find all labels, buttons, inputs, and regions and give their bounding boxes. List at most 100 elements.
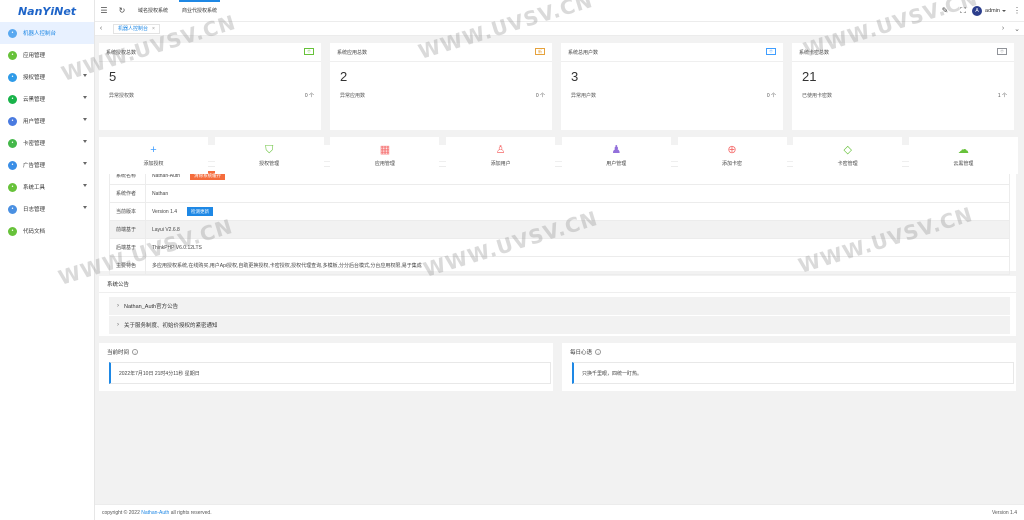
stat-title: 系统总用户数 (568, 50, 599, 56)
info-key: 当前版本 (109, 202, 146, 221)
notice-item-label: Nathan_Auth官方公告 (124, 304, 179, 310)
logo[interactable]: NanYiNet (0, 0, 94, 22)
stat-sub-count: 0 个 (766, 93, 776, 99)
menu-item-icon: • (8, 72, 17, 82)
chevron-down-icon (83, 96, 87, 99)
tabs-right-icon[interactable]: › (996, 25, 1010, 32)
quick-action-label: 用户管理 (606, 161, 627, 167)
sidebar-menu: • 机器人控制台 • 应用管理 • 授权管理 • 云黑管理 • 用户管理 • 卡密管理 • 广告管理 • 系统… (0, 22, 94, 242)
menu-item-icon: • (8, 116, 17, 126)
sidebar-item[interactable]: • 代码文档 (0, 220, 94, 242)
sidebar-item[interactable]: • 机器人控制台 (0, 22, 94, 44)
copyright-suffix: all rights reserved. (170, 509, 212, 516)
plus-icon: + (150, 144, 157, 156)
copyright-prefix: copyright © 2022 (102, 509, 140, 516)
chevron-down-icon (83, 206, 87, 209)
sidebar-item[interactable]: • 广告管理 (0, 154, 94, 176)
tab-console[interactable]: 机器人控制台 × (113, 23, 160, 34)
stat-title: 系统应用总数 (337, 50, 368, 56)
main-content: 系统信息 系统名称Nathan-Auth清除系统缓存系统作者Nathan当前版本… (95, 36, 1024, 504)
refresh-icon[interactable]: ↻ (113, 0, 131, 22)
sidebar-item[interactable]: • 卡密管理 (0, 132, 94, 154)
topnav-domain-auth[interactable]: 域名授权系统 (131, 0, 175, 22)
tab-console-label: 机器人控制台 (118, 26, 149, 32)
sidebar-item-label: 日志管理 (23, 207, 46, 213)
table-row: 主要特色 多应用授权系统,在线购买,用户Api授权,自助更换授权,卡密授权,授权代… (109, 256, 1010, 275)
chevron-down-icon[interactable]: ⌄ (1010, 25, 1024, 33)
quick-action-card[interactable]: ⊕ 添加卡密 (677, 137, 787, 174)
stat-sub-label: 异常用户数 (571, 93, 597, 99)
info-key: 系统作者 (109, 184, 146, 203)
info-value: 多应用授权系统,在线购买,用户Api授权,自助更换授权,卡密授权,授权代理查询,… (152, 263, 422, 269)
sidebar-item-label: 代码文档 (23, 229, 46, 235)
quick-action-card[interactable]: ⛉ 授权管理 (214, 137, 324, 174)
footer-link[interactable]: Nathan-Auth (141, 510, 169, 516)
chevron-right-icon: › (117, 322, 119, 328)
sidebar-item-label: 授权管理 (23, 75, 46, 81)
stat-badge: 个 (766, 48, 776, 55)
sidebar-item-label: 广告管理 (23, 163, 46, 169)
daily-quote-value: 只换千里眼，四统一盯热。 (572, 362, 1014, 384)
menu-item-icon: • (8, 182, 17, 192)
stat-value: 21 (802, 69, 817, 84)
user-add-icon: ♙ (495, 144, 506, 156)
stat-sub-count: 0 个 (535, 93, 545, 99)
quick-action-label: 应用管理 (374, 161, 395, 167)
stat-sub-label: 异常授权数 (109, 93, 135, 99)
quick-action-label: 卡密管理 (837, 161, 858, 167)
sidebar-item[interactable]: • 日志管理 (0, 198, 94, 220)
sidebar-item-label: 云黑管理 (23, 97, 46, 103)
chevron-down-icon (83, 184, 87, 187)
stat-badge: 个 (304, 48, 314, 55)
info-icon[interactable]: i (132, 349, 139, 355)
divider (330, 61, 552, 62)
chevron-down-icon (83, 140, 87, 143)
quick-action-card[interactable]: ♟ 用户管理 (561, 137, 671, 174)
sidebar-item[interactable]: • 系统工具 (0, 176, 94, 198)
user-name[interactable]: admin (985, 8, 1000, 14)
notice-item[interactable]: › Nathan_Auth官方公告 (109, 297, 1010, 315)
quick-action-label: 云黑管理 (953, 161, 974, 167)
info-value: Version 1.4 (152, 208, 178, 215)
sidebar-item[interactable]: • 云黑管理 (0, 88, 94, 110)
quick-action-card[interactable]: ◇ 卡密管理 (793, 137, 903, 174)
divider (792, 61, 1014, 62)
stat-value: 2 (340, 69, 348, 84)
current-time-panel: 当前时间 i 2022年7月10日 21时4分11秒 星期日 (99, 343, 553, 391)
quick-action-card[interactable]: ☁ 云黑管理 (908, 137, 1018, 174)
notice-item-label: 关于服务制度、初始价授权的紧密通知 (124, 323, 218, 329)
check-update-button[interactable]: 检测更新 (187, 207, 214, 216)
quick-action-label: 添加卡密 (721, 161, 742, 167)
quick-action-label: 添加用户 (490, 161, 511, 167)
stat-badge: 新 (535, 48, 545, 55)
info-icon[interactable]: i (595, 349, 602, 355)
more-icon[interactable]: ⋮ (1010, 6, 1024, 15)
notice-title: 系统公告 (99, 276, 1016, 293)
notice-item[interactable]: › 关于服务制度、初始价授权的紧密通知 (109, 316, 1010, 334)
diamond-icon: ◇ (843, 144, 852, 156)
info-key: 前端基于 (109, 220, 146, 239)
quick-action-card[interactable]: ▦ 应用管理 (330, 137, 440, 174)
stat-badge: 个 (997, 48, 1007, 55)
sidebar-item-label: 应用管理 (23, 53, 46, 59)
sidebar-item[interactable]: • 用户管理 (0, 110, 94, 132)
menu-toggle-icon[interactable]: ☰ (95, 0, 113, 22)
notice-panel: 系统公告 › Nathan_Auth官方公告 › 关于服务制度、初始价授权的紧密… (99, 276, 1016, 336)
sidebar-item-label: 机器人控制台 (23, 31, 57, 37)
footer-version: Version 1.4 (991, 509, 1017, 516)
divider (561, 61, 783, 62)
quick-action-card[interactable]: + 添加授权 (99, 137, 208, 174)
app-grid-icon: ▦ (379, 144, 391, 156)
stat-sub-count: 0 个 (304, 93, 314, 99)
stat-card: 系统总用户数 个 3 异常用户数 0 个 (561, 43, 783, 130)
shield-check-icon: ⛉ (265, 144, 274, 156)
cloud-icon: ☁ (957, 144, 969, 156)
user-caret-icon[interactable] (1002, 9, 1006, 12)
current-time-title: 当前时间 (107, 350, 130, 356)
close-icon[interactable]: × (152, 26, 155, 32)
tabs-left-icon[interactable]: ‹ (95, 25, 107, 32)
plus-circle-icon: ⊕ (727, 144, 737, 156)
menu-item-icon: • (8, 204, 17, 214)
quick-action-card[interactable]: ♙ 添加用户 (446, 137, 556, 174)
menu-item-icon: • (8, 94, 17, 104)
